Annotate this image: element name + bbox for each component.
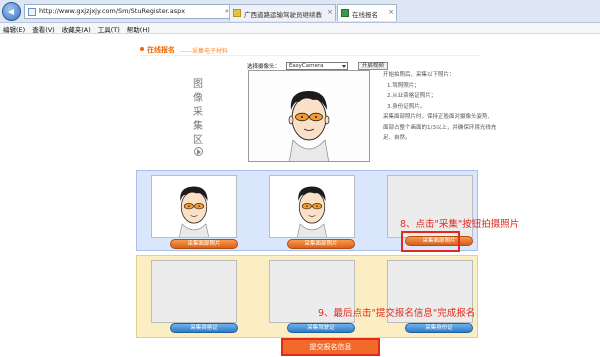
instruction-line: 1.驾照照片； [387,82,420,89]
capture-id-card-button[interactable]: 采集身份证 [405,323,473,333]
face-photo-slot-2 [269,175,355,238]
capture-qualification-button[interactable]: 采集资格证 [170,323,238,333]
image-capture-area-label: 图 像 采 集 区 [193,78,203,148]
instruction-line: 2.从业资格证照片； [387,93,437,99]
camera-selector-row: 选择摄像头： EasyCamera 开启视频 [247,62,388,70]
step-9-annotation: 9、最后点击"提交报名信息"完成报名 [318,308,476,319]
avatar [178,186,210,237]
capture-license-button[interactable]: 采集驾驶证 [287,323,355,333]
side-label-char: 像 [193,93,203,104]
site-icon [341,9,349,17]
capture-face-button-1[interactable]: 采集面部照片 [170,239,238,249]
avatar [296,186,328,237]
menu-view[interactable]: 查看(V) [29,23,59,34]
close-icon[interactable]: × [388,8,394,16]
back-arrow-icon[interactable] [2,2,21,21]
submit-registration-button[interactable]: 提交报名信息 [281,338,380,356]
page-icon [28,8,36,16]
step-8-annotation: 8、点击"采集"按钮拍摄照片 [400,219,520,230]
arrow-right-icon[interactable] [194,147,203,156]
tab-online-registration[interactable]: 在线报名 × [337,4,397,21]
page-title: 在线报名 [147,46,175,54]
highlight-frame [401,231,460,252]
instruction-line: 采集面部照片时，保持正脸面对摄像头姿势、 [383,114,494,120]
menu-bar: 编辑(E) 查看(V) 收藏夹(A) 工具(T) 帮助(H) [0,23,600,34]
menu-edit[interactable]: 编辑(E) [0,23,29,34]
capture-face-button-2[interactable]: 采集面部照片 [287,239,355,249]
browser-toolbar: http://www.gxjzjxjy.com/Sm/StuRegister.a… [0,0,600,23]
instruction-line: 开始拍照后，采集以下照片： [383,72,455,78]
instruction-line: 足、自然。 [383,135,411,141]
side-label-char: 图 [193,79,203,90]
site-icon [233,9,241,17]
instruction-line: 面部占整个画面的1/3以上，并确保环境光线充 [383,124,497,131]
instruction-line: 3.身份证照片。 [387,103,426,110]
face-photo-slot-1 [151,175,237,238]
tab-previous-site[interactable]: 广西道路运输驾驶员继续教育... × [229,4,336,21]
side-label-char: 区 [193,135,203,146]
url-text: http://www.gxjzjxjy.com/Sm/StuRegister.a… [39,7,186,15]
avatar [288,90,330,161]
menu-help[interactable]: 帮助(H) [124,23,154,34]
camera-select[interactable]: EasyCamera [285,62,348,70]
camera-preview [248,70,370,162]
side-label-char: 采 [193,107,203,118]
menu-favorites[interactable]: 收藏夹(A) [59,23,95,34]
capture-instructions: 开始拍照后，采集以下照片： 1.驾照照片； 2.从业资格证照片； 3.身份证照片… [383,70,497,144]
close-icon[interactable]: × [327,8,333,16]
orange-dot-icon [140,47,144,51]
open-camera-button[interactable]: 开启视频 [357,62,388,70]
camera-select-label: 选择摄像头： [247,64,281,70]
menu-tools[interactable]: 工具(T) [95,23,124,34]
side-label-char: 集 [193,121,203,132]
address-bar[interactable]: http://www.gxjzjxjy.com/Sm/StuRegister.a… [24,4,251,19]
tab-label: 广西道路运输驾驶员继续教育... [244,11,322,19]
qualification-photo-slot [151,260,237,323]
divider [140,55,480,56]
page-subtitle: ——采集电子材料 [180,48,229,55]
